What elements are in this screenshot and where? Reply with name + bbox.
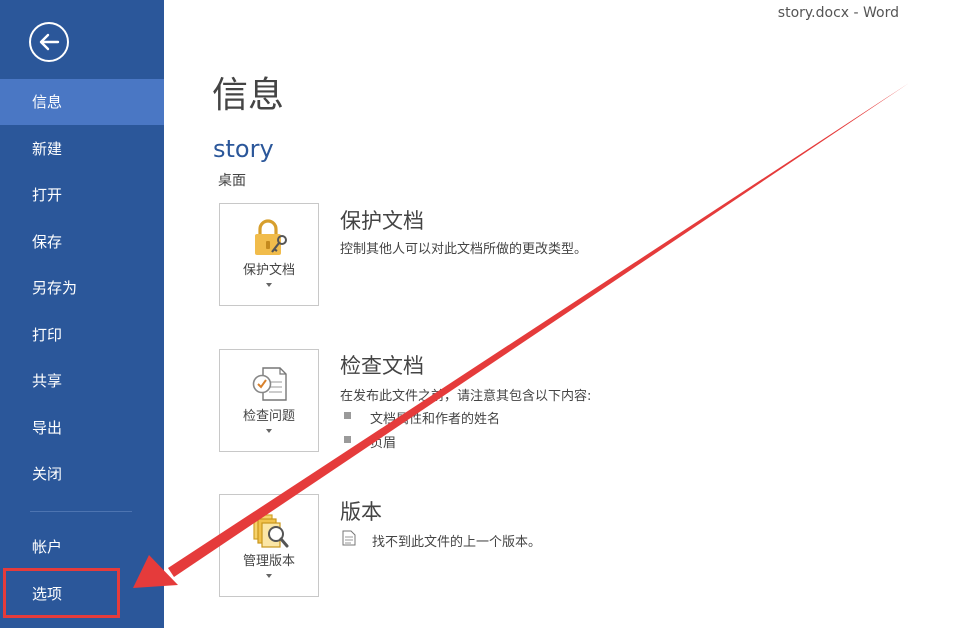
chevron-down-icon	[266, 429, 272, 433]
protect-document-button[interactable]: 保护文档	[219, 203, 319, 306]
protect-document-button-label: 保护文档	[242, 263, 295, 278]
nav-item-print[interactable]: 打印	[0, 312, 164, 358]
annotation-highlight-box	[3, 568, 120, 618]
protect-document-heading: 保护文档	[340, 209, 424, 233]
inspect-item-header: 页眉	[370, 436, 397, 451]
versions-description: 找不到此文件的上一个版本。	[372, 535, 542, 550]
check-for-issues-button[interactable]: 检查问题	[219, 349, 319, 452]
chevron-down-icon	[266, 574, 272, 578]
document-version-icon	[342, 530, 356, 546]
nav-item-export[interactable]: 导出	[0, 405, 164, 451]
backstage-sidebar: 信息 新建 打开 保存 另存为 打印 共享 导出 关闭 帐户 选项	[0, 0, 164, 628]
nav-item-close[interactable]: 关闭	[0, 451, 164, 497]
document-name: story	[213, 135, 274, 163]
nav-item-share[interactable]: 共享	[0, 358, 164, 404]
nav-item-info[interactable]: 信息	[0, 79, 164, 125]
inspect-item-properties: 文档属性和作者的姓名	[370, 412, 501, 427]
inspect-document-description: 在发布此文件之前，请注意其包含以下内容:	[340, 389, 592, 404]
check-for-issues-button-label: 检查问题	[242, 409, 295, 424]
inspect-document-icon	[252, 367, 287, 401]
manage-versions-icon	[253, 514, 289, 548]
versions-heading: 版本	[340, 500, 382, 524]
manage-versions-button-label: 管理版本	[242, 554, 295, 569]
page-title: 信息	[212, 75, 285, 116]
nav-item-open[interactable]: 打开	[0, 172, 164, 218]
bullet-icon	[344, 412, 351, 419]
back-arrow-icon	[39, 33, 60, 51]
bullet-icon	[344, 436, 351, 443]
back-button[interactable]	[29, 22, 69, 62]
nav-item-new[interactable]: 新建	[0, 126, 164, 172]
nav-item-save[interactable]: 保存	[0, 219, 164, 265]
protect-document-description: 控制其他人可以对此文档所做的更改类型。	[340, 242, 588, 257]
chevron-down-icon	[266, 283, 272, 287]
window-title: story.docx - Word	[777, 5, 899, 21]
nav-item-save-as[interactable]: 另存为	[0, 265, 164, 311]
inspect-document-heading: 检查文档	[340, 354, 424, 378]
manage-versions-button[interactable]: 管理版本	[219, 494, 319, 597]
document-location: 桌面	[218, 173, 246, 189]
sidebar-divider	[30, 511, 132, 512]
nav-item-account[interactable]: 帐户	[0, 524, 164, 570]
lock-key-icon	[255, 219, 287, 255]
